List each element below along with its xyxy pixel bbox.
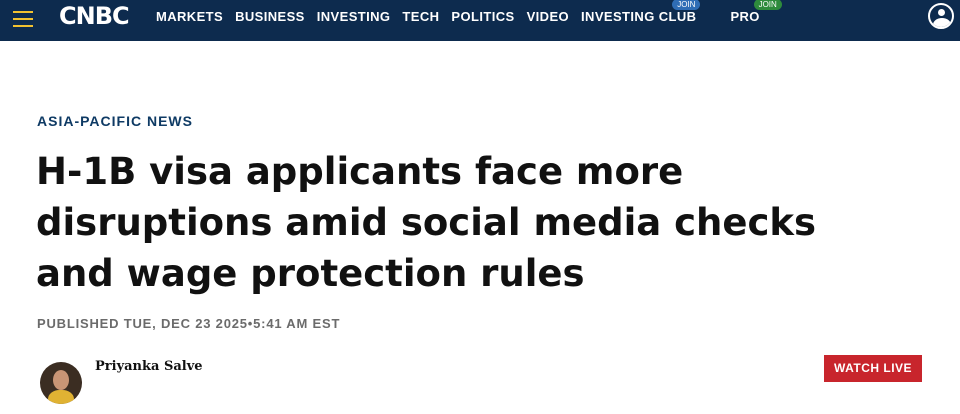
watch-live-button[interactable]: WATCH LIVE — [824, 355, 922, 382]
author-avatar[interactable] — [40, 362, 82, 404]
cnbc-logo[interactable]: CNBC — [59, 3, 130, 29]
nav-item-pro-wrap[interactable]: PRO JOIN — [730, 0, 782, 24]
nav-item-video[interactable]: VIDEO — [527, 9, 569, 24]
nav-item-politics[interactable]: POLITICS — [451, 9, 514, 24]
published-timestamp: PUBLISHED TUE, DEC 23 2025•5:41 AM EST — [37, 316, 341, 331]
nav-item-business[interactable]: BUSINESS — [235, 9, 305, 24]
hamburger-menu-icon[interactable] — [13, 11, 33, 27]
article-headline: H-1B visa applicants face more disruptio… — [36, 146, 936, 299]
headline-line: disruptions amid social media checks — [36, 201, 817, 244]
nav-item-investing-club-wrap[interactable]: INVESTING CLUB JOIN — [581, 0, 701, 24]
headline-line: and wage protection rules — [36, 252, 585, 295]
author-name[interactable]: Priyanka Salve — [95, 359, 203, 374]
main-nav: MARKETS BUSINESS INVESTING TECH POLITICS… — [156, 0, 782, 33]
nav-item-investing-club[interactable]: INVESTING CLUB — [581, 9, 696, 24]
top-nav-bar: CNBC MARKETS BUSINESS INVESTING TECH POL… — [0, 0, 960, 41]
section-label[interactable]: ASIA-PACIFIC NEWS — [37, 113, 193, 129]
join-badge-pro[interactable]: JOIN — [753, 0, 782, 10]
user-profile-icon[interactable] — [928, 3, 954, 29]
headline-line: H-1B visa applicants face more — [36, 150, 684, 193]
nav-item-markets[interactable]: MARKETS — [156, 9, 223, 24]
join-badge-club[interactable]: JOIN — [672, 0, 701, 10]
nav-item-investing[interactable]: INVESTING — [317, 9, 391, 24]
nav-item-pro[interactable]: PRO — [730, 9, 759, 24]
nav-item-tech[interactable]: TECH — [402, 9, 439, 24]
